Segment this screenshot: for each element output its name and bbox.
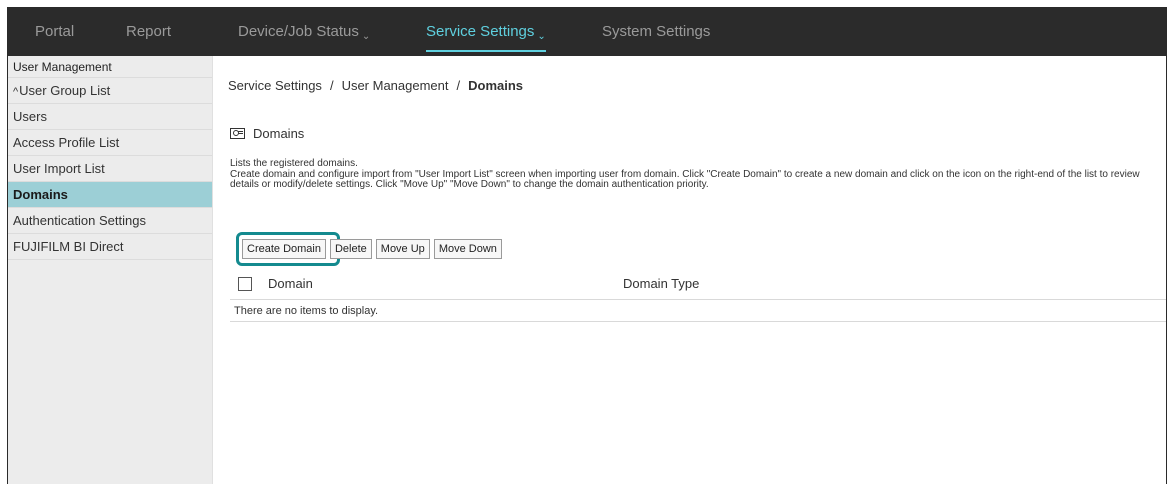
section-title: Domains: [253, 126, 305, 141]
action-toolbar: Create Domain Delete Move Up Move Down: [242, 239, 502, 259]
main-content: Service Settings / User Management / Domains…: [214, 56, 1166, 484]
sidebar-title: User Management: [8, 56, 212, 78]
domains-table: Domain Domain Type There are no items to…: [230, 268, 1166, 322]
chevron-down-icon: ⌄: [361, 31, 371, 42]
create-domain-button[interactable]: Create Domain: [242, 239, 326, 259]
breadcrumb-separator: /: [329, 78, 334, 93]
page-description: Lists the registered domains. Create dom…: [230, 158, 1160, 191]
section-header: Domains: [230, 126, 304, 141]
top-navigation: Portal Report Device/Job Status ⌄ Service…: [8, 8, 1166, 56]
sidebar-item-fujifilm-bi-direct[interactable]: FUJIFILM BI Direct: [8, 234, 212, 260]
description-line-2: Create domain and configure import from …: [230, 168, 1140, 190]
breadcrumb-separator: /: [456, 78, 461, 93]
description-line-1: Lists the registered domains.: [230, 158, 358, 169]
sidebar-item-user-group-list[interactable]: ^User Group List: [8, 78, 212, 104]
column-header-domain[interactable]: Domain: [268, 276, 623, 291]
table-header: Domain Domain Type: [230, 268, 1166, 300]
sidebar: User Management ^User Group List Users A…: [8, 56, 213, 484]
nav-device-job-status[interactable]: Device/Job Status ⌄: [238, 8, 370, 56]
empty-table-message: There are no items to display.: [230, 300, 1166, 322]
column-header-domain-type[interactable]: Domain Type: [623, 276, 699, 291]
select-all-checkbox[interactable]: [238, 276, 252, 291]
sidebar-item-user-import-list[interactable]: User Import List: [8, 156, 212, 182]
sidebar-item-access-profile-list[interactable]: Access Profile List: [8, 130, 212, 156]
sidebar-item-domains[interactable]: Domains: [8, 182, 212, 208]
breadcrumb-user-management[interactable]: User Management: [342, 78, 449, 93]
sidebar-item-users[interactable]: Users: [8, 104, 212, 130]
breadcrumb-current: Domains: [468, 78, 524, 93]
move-down-button[interactable]: Move Down: [433, 239, 502, 259]
app-window: Portal Report Device/Job Status ⌄ Service…: [7, 7, 1167, 484]
nav-portal[interactable]: Portal: [35, 8, 74, 56]
sidebar-item-authentication-settings[interactable]: Authentication Settings: [8, 208, 212, 234]
chevron-down-icon: ⌄: [537, 31, 546, 42]
breadcrumb-service-settings[interactable]: Service Settings: [228, 78, 322, 93]
caret-up-icon: ^: [13, 86, 19, 98]
nav-service-settings[interactable]: Service Settings ⌄: [426, 8, 546, 56]
move-up-button[interactable]: Move Up: [375, 239, 430, 259]
delete-button[interactable]: Delete: [329, 239, 372, 259]
domain-card-icon: [230, 128, 245, 139]
nav-system-settings[interactable]: System Settings: [602, 8, 710, 56]
nav-report[interactable]: Report: [126, 8, 171, 56]
breadcrumb: Service Settings / User Management / Domains: [228, 78, 523, 93]
